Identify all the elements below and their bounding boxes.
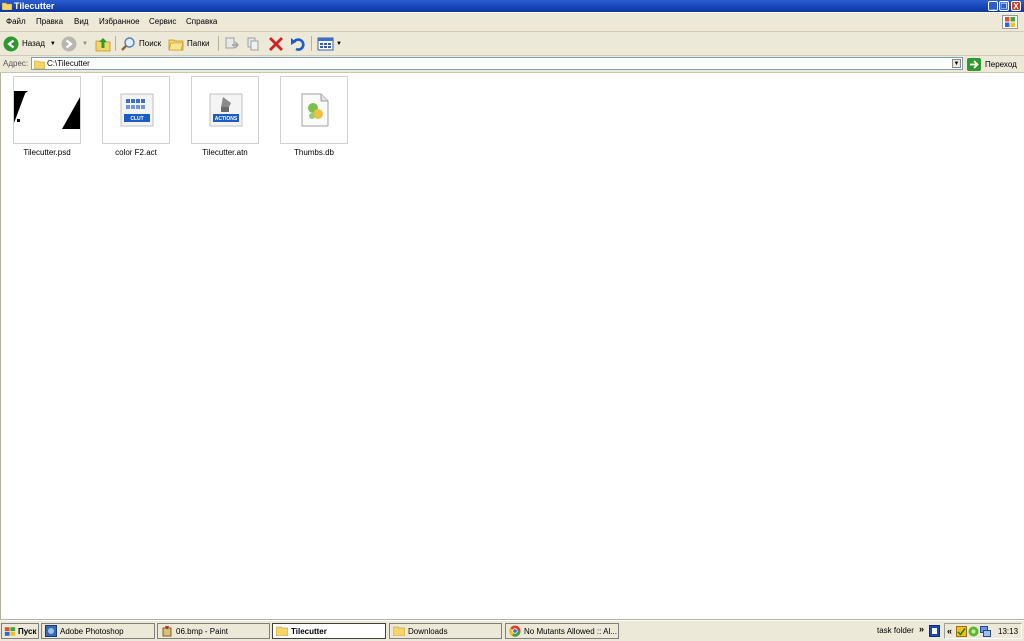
file-name: color F2.act <box>115 148 157 157</box>
folder-icon <box>276 626 288 636</box>
folders-button[interactable]: Папки <box>168 34 210 53</box>
views-icon <box>317 37 334 50</box>
folder-icon <box>393 626 405 636</box>
green-app-icon[interactable] <box>968 626 979 637</box>
search-button[interactable]: Поиск <box>120 34 161 53</box>
system-tray: « 13:13 <box>944 623 1022 639</box>
window-title: Tilecutter <box>14 1 55 11</box>
file-name: Thumbs.db <box>293 148 335 157</box>
folder-up-icon <box>95 37 111 51</box>
delete-x-icon <box>269 36 283 51</box>
search-icon <box>121 36 135 51</box>
toolbar-separator <box>115 36 116 51</box>
address-path: C:\Tilecutter <box>47 59 90 68</box>
security-shield-icon[interactable] <box>956 626 967 637</box>
file-view[interactable]: Tilecutter.psd CLUT color F2.act ACTIONS… <box>0 73 1024 619</box>
browser-icon <box>509 625 521 637</box>
taskbar: Пуск Adobe Photoshop 06.bmp - Paint Tile… <box>0 620 1024 641</box>
task-photoshop[interactable]: Adobe Photoshop <box>41 623 155 639</box>
folder-icon <box>34 60 45 69</box>
close-button[interactable]: X <box>1011 1 1021 11</box>
task-browser[interactable]: No Mutants Allowed :: Al... <box>505 623 619 639</box>
copy-to-button[interactable] <box>246 34 262 53</box>
forward-arrow-icon <box>61 36 77 51</box>
go-arrow-icon <box>967 57 981 71</box>
folders-label: Папки <box>187 39 210 48</box>
actions-file-icon: ACTIONS <box>191 76 259 144</box>
menu-file[interactable]: Файл <box>6 17 26 26</box>
address-label: Адрес: <box>3 59 29 68</box>
task-label: Tilecutter <box>291 626 327 636</box>
file-item[interactable]: CLUT color F2.act <box>101 76 171 157</box>
forward-dropdown-icon[interactable]: ▼ <box>82 41 88 47</box>
back-arrow-icon <box>3 36 19 51</box>
clut-file-icon: CLUT <box>102 76 170 144</box>
task-paint[interactable]: 06.bmp - Paint <box>157 623 270 639</box>
task-label: No Mutants Allowed :: Al... <box>524 626 617 636</box>
menu-bar: Файл Правка Вид Избранное Сервис Справка <box>0 13 1024 32</box>
clut-badge: CLUT <box>130 116 144 122</box>
go-label: Переход <box>985 59 1017 69</box>
copy-to-icon <box>247 37 259 50</box>
forward-button[interactable]: ▼ <box>61 34 88 53</box>
task-label: 06.bmp - Paint <box>176 626 229 636</box>
photoshop-icon <box>45 625 57 637</box>
restore-button[interactable]: ❐ <box>999 1 1009 11</box>
file-name: Tilecutter.psd <box>23 148 71 157</box>
quick-toolbar-name[interactable]: task folder <box>877 626 914 635</box>
address-bar: Адрес: C:\Tilecutter ▼ Переход <box>0 56 1024 73</box>
task-label: Downloads <box>408 626 448 636</box>
title-bar[interactable]: Tilecutter _ ❐ X <box>0 0 1024 12</box>
move-to-icon <box>225 37 239 48</box>
menu-help[interactable]: Справка <box>186 17 217 26</box>
undo-button[interactable] <box>290 34 306 53</box>
file-name: Tilecutter.atn <box>202 148 248 157</box>
menu-edit[interactable]: Правка <box>36 17 63 26</box>
task-tilecutter[interactable]: Tilecutter <box>272 623 386 639</box>
menu-view[interactable]: Вид <box>74 17 88 26</box>
clock[interactable]: 13:13 <box>998 627 1018 636</box>
undo-icon <box>291 37 305 51</box>
delete-button[interactable] <box>268 34 284 53</box>
folder-icon <box>2 2 12 10</box>
actions-badge: ACTIONS <box>214 116 238 122</box>
back-label: Назад <box>22 39 45 48</box>
views-button[interactable]: ▼ <box>317 34 342 53</box>
address-dropdown-button[interactable]: ▼ <box>952 59 961 68</box>
network-icon[interactable] <box>980 626 991 637</box>
file-item[interactable]: ACTIONS Tilecutter.atn <box>190 76 260 157</box>
search-label: Поиск <box>139 39 162 48</box>
windows-logo-icon <box>1002 15 1018 29</box>
toolbar-separator <box>311 36 312 51</box>
up-folder-button[interactable] <box>95 34 111 53</box>
back-button[interactable]: Назад ▼ <box>3 34 56 53</box>
address-field[interactable]: C:\Tilecutter ▼ <box>31 57 963 70</box>
psd-thumbnail <box>13 76 81 144</box>
toolbar-separator <box>218 36 219 51</box>
go-button[interactable]: Переход <box>967 57 1017 71</box>
back-dropdown-icon[interactable]: ▼ <box>50 41 56 47</box>
tray-chevron[interactable]: « <box>947 626 952 636</box>
language-indicator-icon[interactable] <box>929 625 940 637</box>
views-dropdown-icon[interactable]: ▼ <box>336 41 342 47</box>
file-item[interactable]: Tilecutter.psd <box>12 76 82 157</box>
windows-logo-icon <box>4 626 16 636</box>
move-to-button[interactable] <box>224 34 240 53</box>
paint-icon <box>162 626 172 637</box>
start-button[interactable]: Пуск <box>1 623 39 639</box>
task-label: Adobe Photoshop <box>60 626 124 636</box>
menu-favorites[interactable]: Избранное <box>99 17 140 26</box>
standard-toolbar: Назад ▼ ▼ Поиск Папки ▼ <box>0 32 1024 56</box>
db-file-icon <box>280 76 348 144</box>
minimize-button[interactable]: _ <box>988 1 998 11</box>
menu-tools[interactable]: Сервис <box>149 17 176 26</box>
file-item[interactable]: Thumbs.db <box>279 76 349 157</box>
folders-icon <box>168 39 184 50</box>
start-label: Пуск <box>18 626 37 636</box>
toolbar-chevron[interactable]: » <box>919 624 924 634</box>
task-downloads[interactable]: Downloads <box>389 623 502 639</box>
